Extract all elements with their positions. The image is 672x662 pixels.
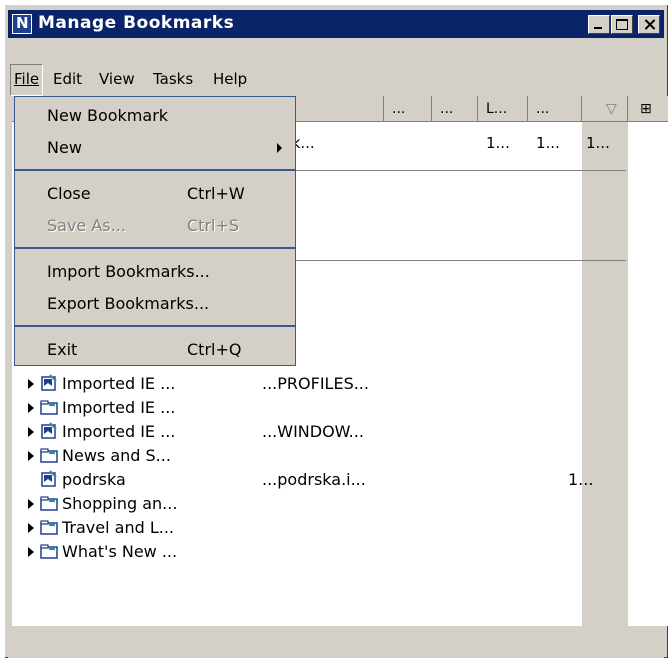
menu-help-label: Help: [213, 70, 248, 88]
expand-twisty-icon[interactable]: [28, 523, 34, 533]
menu-item-shortcut: Ctrl+S: [187, 216, 240, 235]
top-row-col5: 1...: [486, 134, 510, 152]
menu-item-new-bookmark[interactable]: New Bookmark: [15, 101, 295, 131]
menu-view[interactable]: View: [96, 64, 138, 94]
folder-icon: [40, 518, 58, 536]
expand-twisty-icon[interactable]: [28, 379, 34, 389]
tree-row-label: Travel and L...: [62, 518, 175, 537]
expand-twisty-icon[interactable]: [28, 547, 34, 557]
bookmark-icon: [40, 470, 58, 488]
menu-file[interactable]: File: [10, 64, 44, 96]
menu-item-shortcut: Ctrl+Q: [187, 340, 242, 359]
tree-row-label: News and S...: [62, 446, 171, 465]
bookmark-icon: [40, 374, 58, 392]
tree-row-label: Imported IE ...: [62, 374, 176, 393]
tree-row-label: Shopping an...: [62, 494, 178, 513]
folder-icon: [40, 542, 58, 560]
menu-edit[interactable]: Edit: [50, 64, 85, 94]
top-row-col7: 1...: [586, 134, 610, 152]
column-header-last-visited[interactable]: L...: [478, 96, 528, 122]
menu-view-label: View: [99, 70, 135, 88]
tree-row-visit: 1...: [568, 470, 594, 489]
menu-item-shortcut: Ctrl+W: [187, 184, 245, 203]
title-bar[interactable]: Manage Bookmarks: [8, 10, 664, 38]
menu-item-label: Exit: [47, 340, 78, 359]
menu-item-label: Export Bookmarks...: [47, 294, 210, 313]
menu-item-new[interactable]: New: [15, 133, 295, 163]
close-window-button[interactable]: [638, 15, 660, 34]
tree-row-label: Imported IE ...: [62, 422, 176, 441]
menu-item-label: Import Bookmarks...: [47, 262, 210, 281]
folder-icon: [40, 446, 58, 464]
netscape-app-icon[interactable]: [12, 14, 32, 34]
menu-item-label: New Bookmark: [47, 106, 169, 125]
tree-row-url: ...WINDOW...: [262, 422, 364, 441]
menu-item-close[interactable]: Close Ctrl+W: [15, 179, 295, 209]
expand-twisty-icon[interactable]: [28, 403, 34, 413]
menu-separator: [15, 325, 295, 327]
menu-item-label: New: [47, 138, 82, 157]
window-title: Manage Bookmarks: [38, 13, 235, 33]
menu-item-label: Save As...: [47, 216, 126, 235]
row-divider: [294, 170, 626, 171]
sort-indicator-icon: ▽: [606, 101, 617, 117]
column-header-3[interactable]: ...: [384, 96, 432, 122]
column-header-4[interactable]: ...: [432, 96, 478, 122]
menu-item-label: Close: [47, 184, 91, 203]
bookmark-icon: [40, 422, 58, 440]
column-picker-button[interactable]: ⊞: [628, 96, 668, 122]
tree-row-url: ...PROFILES...: [262, 374, 369, 393]
minimize-button[interactable]: [588, 15, 610, 34]
top-row-col6: 1...: [536, 134, 560, 152]
expand-twisty-icon[interactable]: [28, 499, 34, 509]
menu-tasks[interactable]: Tasks: [150, 64, 196, 94]
expand-twisty-icon[interactable]: [28, 427, 34, 437]
sorted-column-shade: [582, 122, 628, 626]
tree-row-label: What's New ...: [62, 542, 178, 561]
menu-item-import-bookmarks[interactable]: Import Bookmarks...: [15, 257, 295, 287]
submenu-arrow-icon: [277, 143, 282, 153]
column-header-sorted[interactable]: ▽: [582, 96, 628, 122]
status-bar: [8, 632, 664, 658]
column-header-6[interactable]: ...: [528, 96, 582, 122]
maximize-button[interactable]: [611, 15, 633, 34]
menu-separator: [15, 247, 295, 249]
row-divider: [294, 260, 626, 261]
menu-tasks-label: Tasks: [153, 70, 194, 88]
expand-twisty-icon[interactable]: [28, 451, 34, 461]
menu-item-exit[interactable]: Exit Ctrl+Q: [15, 335, 295, 365]
folder-icon: [40, 494, 58, 512]
tree-row-label: podrska: [62, 470, 126, 489]
tree-row-url: ...podrska.i...: [262, 470, 366, 489]
menu-item-export-bookmarks[interactable]: Export Bookmarks...: [15, 289, 295, 319]
column-picker-icon: ⊞: [640, 101, 652, 117]
menu-file-label: File: [14, 70, 40, 88]
file-menu-dropdown: New Bookmark New Close Ctrl+W Save As...…: [14, 96, 296, 366]
menu-edit-label: Edit: [53, 70, 83, 88]
tree-row-label: Imported IE ...: [62, 398, 176, 417]
menu-help[interactable]: Help: [210, 64, 250, 94]
menu-separator: [15, 169, 295, 171]
folder-icon: [40, 398, 58, 416]
menu-item-save-as: Save As... Ctrl+S: [15, 211, 295, 241]
